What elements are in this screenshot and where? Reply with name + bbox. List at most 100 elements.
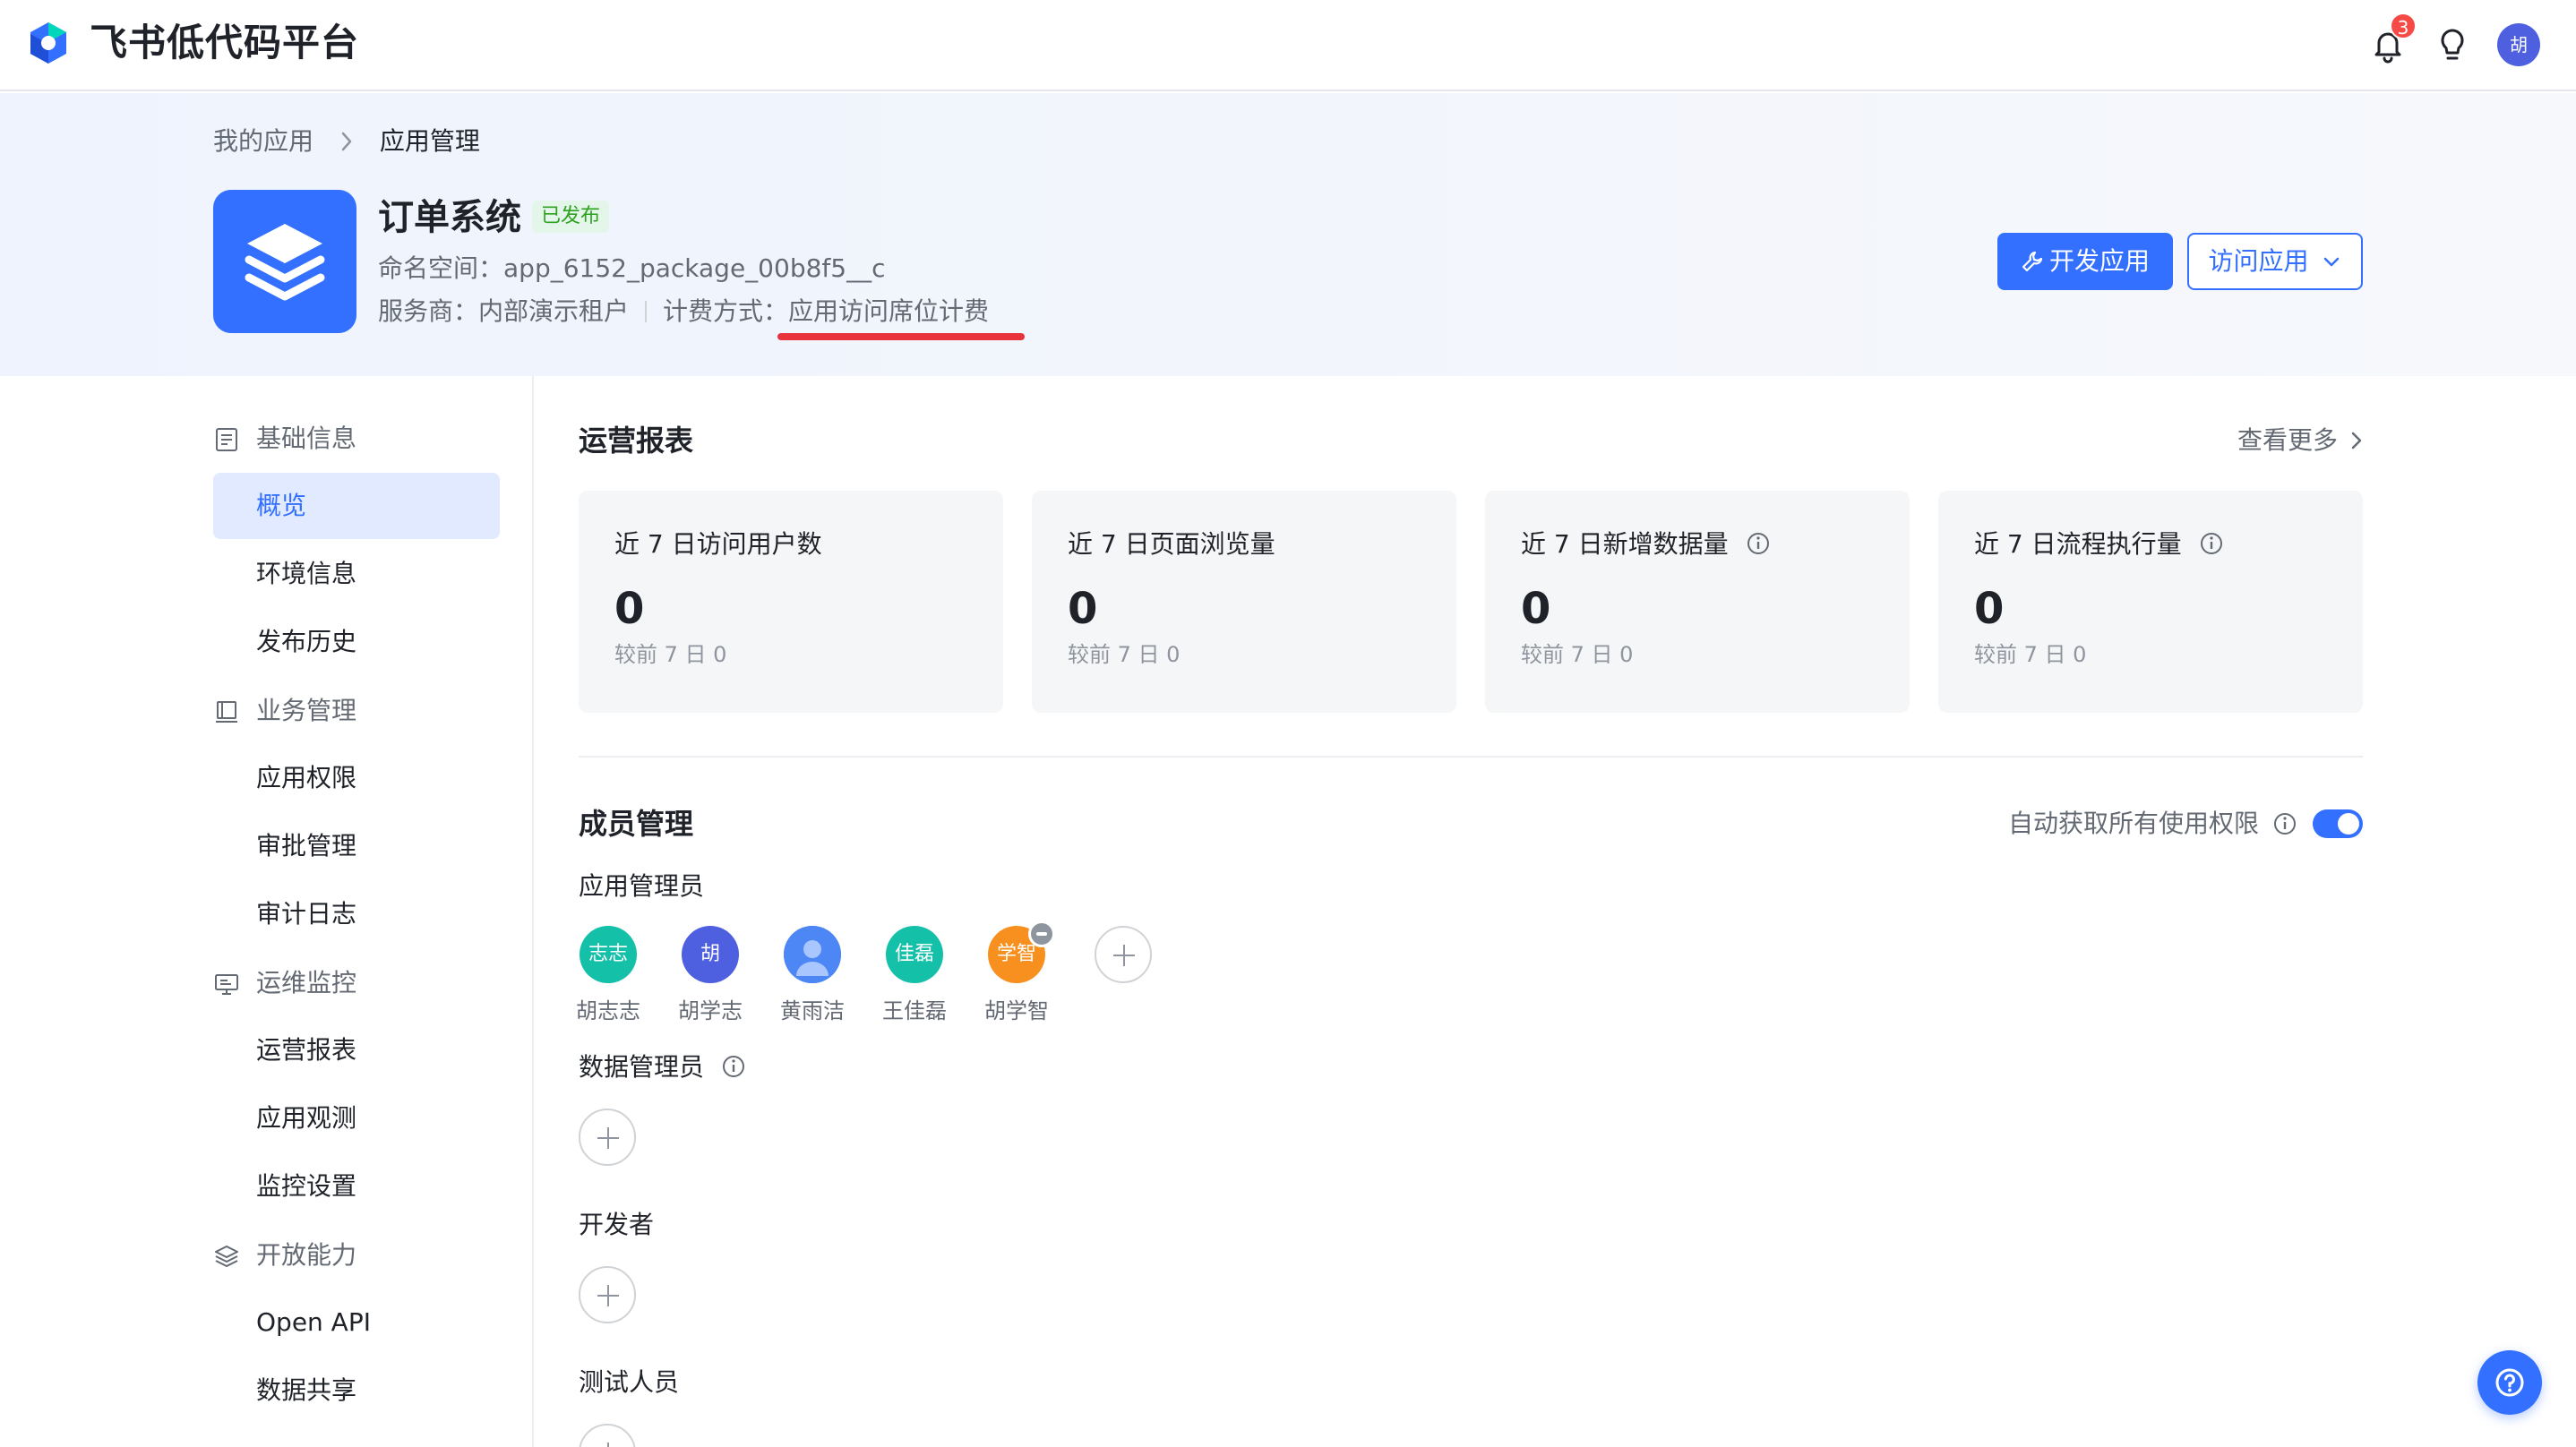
member-name: 黄雨洁 <box>780 998 845 1023</box>
info-icon[interactable] <box>1746 531 1771 556</box>
view-more-link[interactable]: 查看更多 <box>2237 423 2364 458</box>
chevron-down-icon <box>2324 257 2340 267</box>
lightbulb-icon[interactable] <box>2431 23 2474 66</box>
member-admin[interactable]: 黄雨洁 <box>772 926 853 1026</box>
avatar: 胡 <box>682 926 739 983</box>
meta-divider <box>645 301 648 322</box>
monitor-icon <box>215 974 238 995</box>
stat-value: 0 <box>614 584 645 634</box>
sidebar-item-approval[interactable]: 审批管理 <box>213 813 500 879</box>
feishu-logo-icon[interactable] <box>25 20 72 66</box>
info-icon[interactable] <box>721 1054 746 1079</box>
stat-compare: 较前 7 日 0 <box>1974 642 2087 667</box>
app-title: 订单系统 <box>378 197 521 238</box>
stat-label: 近 7 日页面浏览量 <box>1068 529 1275 559</box>
sidebar-group-label: 开放能力 <box>256 1240 357 1270</box>
sidebar-item-release-history[interactable]: 发布历史 <box>213 609 500 675</box>
document-icon <box>216 428 237 451</box>
sidebar-item-overview[interactable]: 概览 <box>213 473 500 539</box>
remove-member-icon[interactable] <box>1028 920 1055 947</box>
app-meta: 服务商：内部演示租户 计费方式：应用访问席位计费 <box>378 294 989 330</box>
add-developer-button[interactable] <box>579 1266 636 1323</box>
member-name: 胡学志 <box>678 998 743 1023</box>
member-name: 胡学智 <box>984 998 1049 1023</box>
developers-title: 开发者 <box>579 1210 655 1239</box>
avatar: 志志 <box>580 926 637 983</box>
auto-permission-toggle[interactable] <box>2313 809 2363 838</box>
billing-label: 计费方式： <box>663 296 789 326</box>
namespace-label: 命名空间： <box>378 253 504 283</box>
breadcrumb-my-apps[interactable]: 我的应用 <box>213 126 313 156</box>
member-name: 王佳磊 <box>882 998 947 1023</box>
auto-permission-label: 自动获取所有使用权限 <box>2008 809 2260 838</box>
stat-label-row: 近 7 日流程执行量 <box>1974 527 2224 562</box>
visit-app-dropdown[interactable]: 访问应用 <box>2187 233 2363 290</box>
breadcrumb-app-management: 应用管理 <box>379 126 480 156</box>
user-avatar[interactable]: 胡 <box>2497 23 2540 66</box>
layers-icon <box>215 1246 238 1267</box>
provider-value: 内部演示租户 <box>478 296 630 326</box>
member-admin[interactable]: 学智 胡学智 <box>976 920 1057 1026</box>
sidebar-item-data-sharing[interactable]: 数据共享 <box>213 1357 500 1424</box>
stacked-layers-icon <box>245 224 325 301</box>
top-bar: 飞书低代码平台 3 胡 <box>0 0 2576 91</box>
wrench-icon <box>2022 251 2043 272</box>
app-namespace: 命名空间：app_6152_package_00b8f5__c <box>378 251 885 287</box>
avatar <box>784 926 841 983</box>
avatar: 佳磊 <box>886 926 943 983</box>
app-admins-title: 应用管理员 <box>579 871 705 901</box>
stat-compare: 较前 7 日 0 <box>1068 642 1181 667</box>
stat-card-page-views: 近 7 日页面浏览量 0 较前 7 日 0 <box>1032 491 1456 713</box>
provider-label: 服务商： <box>378 296 479 326</box>
add-admin-button[interactable] <box>1095 926 1152 983</box>
member-admin[interactable]: 胡 胡学志 <box>670 926 751 1026</box>
add-data-admin-button[interactable] <box>579 1109 636 1166</box>
stat-label: 近 7 日访问用户数 <box>614 529 822 559</box>
info-icon[interactable] <box>2199 531 2224 556</box>
sidebar-group-label: 运维监控 <box>256 968 357 997</box>
add-tester-button[interactable] <box>579 1424 636 1447</box>
stat-label-row: 近 7 日新增数据量 <box>1521 527 1771 562</box>
stat-card-new-data: 近 7 日新增数据量 0 较前 7 日 0 <box>1485 491 1910 713</box>
section-divider <box>579 756 2363 758</box>
data-admins-title: 数据管理员 <box>579 1052 705 1082</box>
member-admin[interactable]: 志志 胡志志 <box>568 926 648 1026</box>
breadcrumb: 我的应用 应用管理 <box>213 124 480 159</box>
report-section-title: 运营报表 <box>579 424 694 458</box>
sidebar-item-audit-log[interactable]: 审计日志 <box>213 881 500 947</box>
sidebar-item-monitor-settings[interactable]: 监控设置 <box>213 1153 500 1220</box>
stat-label: 近 7 日流程执行量 <box>1974 529 2182 559</box>
info-icon[interactable] <box>2272 811 2297 836</box>
namespace-value: app_6152_package_00b8f5__c <box>503 253 886 283</box>
app-icon <box>213 190 356 333</box>
brand-title[interactable]: 飞书低代码平台 <box>90 20 359 66</box>
member-admin[interactable]: 佳磊 王佳磊 <box>874 926 955 1026</box>
auto-permission-label-row: 自动获取所有使用权限 <box>2008 806 2297 842</box>
members-section-title: 成员管理 <box>579 807 694 841</box>
chevron-right-icon <box>341 132 352 151</box>
sidebar-item-observability[interactable]: 应用观测 <box>213 1085 500 1152</box>
chevron-right-icon <box>2351 432 2362 450</box>
billing-value: 应用访问席位计费 <box>788 296 990 326</box>
sidebar-item-environment[interactable]: 环境信息 <box>213 541 500 607</box>
sidebar-item-app-permissions[interactable]: 应用权限 <box>213 745 500 811</box>
develop-app-button[interactable]: 开发应用 <box>1997 233 2173 290</box>
help-button[interactable] <box>2477 1350 2542 1415</box>
data-admins-title-row: 数据管理员 <box>579 1049 746 1085</box>
sidebar-item-operations-report[interactable]: 运营报表 <box>213 1017 500 1083</box>
member-name: 胡志志 <box>576 998 640 1023</box>
view-more-label: 查看更多 <box>2237 425 2339 455</box>
toggle-knob <box>2338 813 2359 835</box>
status-badge: 已发布 <box>532 201 610 233</box>
stat-card-flow-executions: 近 7 日流程执行量 0 较前 7 日 0 <box>1938 491 2363 713</box>
billing-highlight-underline <box>777 333 1025 340</box>
develop-app-label: 开发应用 <box>2048 246 2150 276</box>
stat-value: 0 <box>1974 584 2005 634</box>
sidebar-group-label: 基础信息 <box>256 424 357 453</box>
sidebar-item-open-api[interactable]: Open API <box>213 1289 500 1356</box>
testers-title: 测试人员 <box>579 1367 680 1397</box>
notification-badge: 3 <box>2390 13 2417 39</box>
stat-value: 0 <box>1521 584 1551 634</box>
stat-card-visitors: 近 7 日访问用户数 0 较前 7 日 0 <box>579 491 1003 713</box>
app-root: 飞书低代码平台 3 胡 我的应用 应用管理 订单系统 已发布 命名空间：app_… <box>0 0 2576 1447</box>
